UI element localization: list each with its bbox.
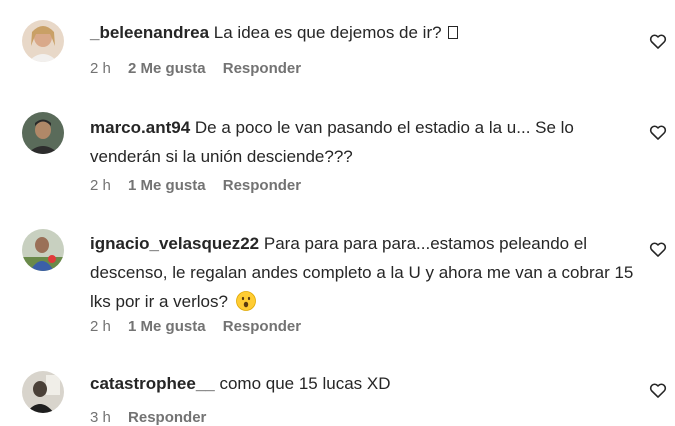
comment-time[interactable]: 2 h: [90, 60, 111, 77]
reply-button[interactable]: Responder: [223, 60, 301, 77]
avatar[interactable]: [22, 371, 64, 413]
comment-time[interactable]: 2 h: [90, 177, 111, 194]
comment-username[interactable]: ignacio_velasquez22: [90, 234, 259, 253]
missing-glyph-icon: [448, 26, 459, 39]
comment-text-block: catastrophee__ como que 15 lucas XD: [90, 369, 635, 398]
surprised-face-emoji-icon: [235, 291, 256, 311]
like-button[interactable]: [648, 31, 668, 51]
reply-button[interactable]: Responder: [128, 409, 206, 426]
like-button[interactable]: [648, 380, 668, 400]
comment-text: La idea es que dejemos de ir?: [213, 23, 442, 42]
comment-meta: 3 h Responder: [90, 409, 219, 426]
heart-outline-icon: [649, 34, 667, 49]
like-button[interactable]: [648, 122, 668, 142]
heart-outline-icon: [649, 383, 667, 398]
comment-text-block: _beleenandrea La idea es que dejemos de …: [90, 18, 635, 47]
comment-username[interactable]: marco.ant94: [90, 118, 190, 137]
comment-likes[interactable]: 1 Me gusta: [128, 318, 206, 335]
comment-username[interactable]: _beleenandrea: [90, 23, 209, 42]
avatar[interactable]: [22, 112, 64, 154]
avatar-image: [22, 371, 64, 413]
avatar-image: [22, 112, 64, 154]
comment-text: como que 15 lucas XD: [219, 374, 391, 393]
comment-likes[interactable]: 2 Me gusta: [128, 60, 206, 77]
comment-time[interactable]: 2 h: [90, 318, 111, 335]
heart-outline-icon: [649, 125, 667, 140]
comment-text-block: marco.ant94 De a poco le van pasando el …: [90, 113, 635, 171]
comment-text-block: ignacio_velasquez22 Para para para para.…: [90, 229, 635, 316]
reply-button[interactable]: Responder: [223, 177, 301, 194]
heart-outline-icon: [649, 242, 667, 257]
avatar-image: [22, 229, 64, 271]
avatar[interactable]: [22, 229, 64, 271]
comment-meta: 2 h 1 Me gusta Responder: [90, 177, 314, 194]
like-button[interactable]: [648, 239, 668, 259]
comment-meta: 2 h 1 Me gusta Responder: [90, 318, 314, 335]
comment-meta: 2 h 2 Me gusta Responder: [90, 60, 314, 77]
avatar-image: [22, 20, 64, 62]
reply-button[interactable]: Responder: [223, 318, 301, 335]
comment-likes[interactable]: 1 Me gusta: [128, 177, 206, 194]
comment-username[interactable]: catastrophee__: [90, 374, 215, 393]
avatar[interactable]: [22, 20, 64, 62]
comment-time[interactable]: 3 h: [90, 409, 111, 426]
